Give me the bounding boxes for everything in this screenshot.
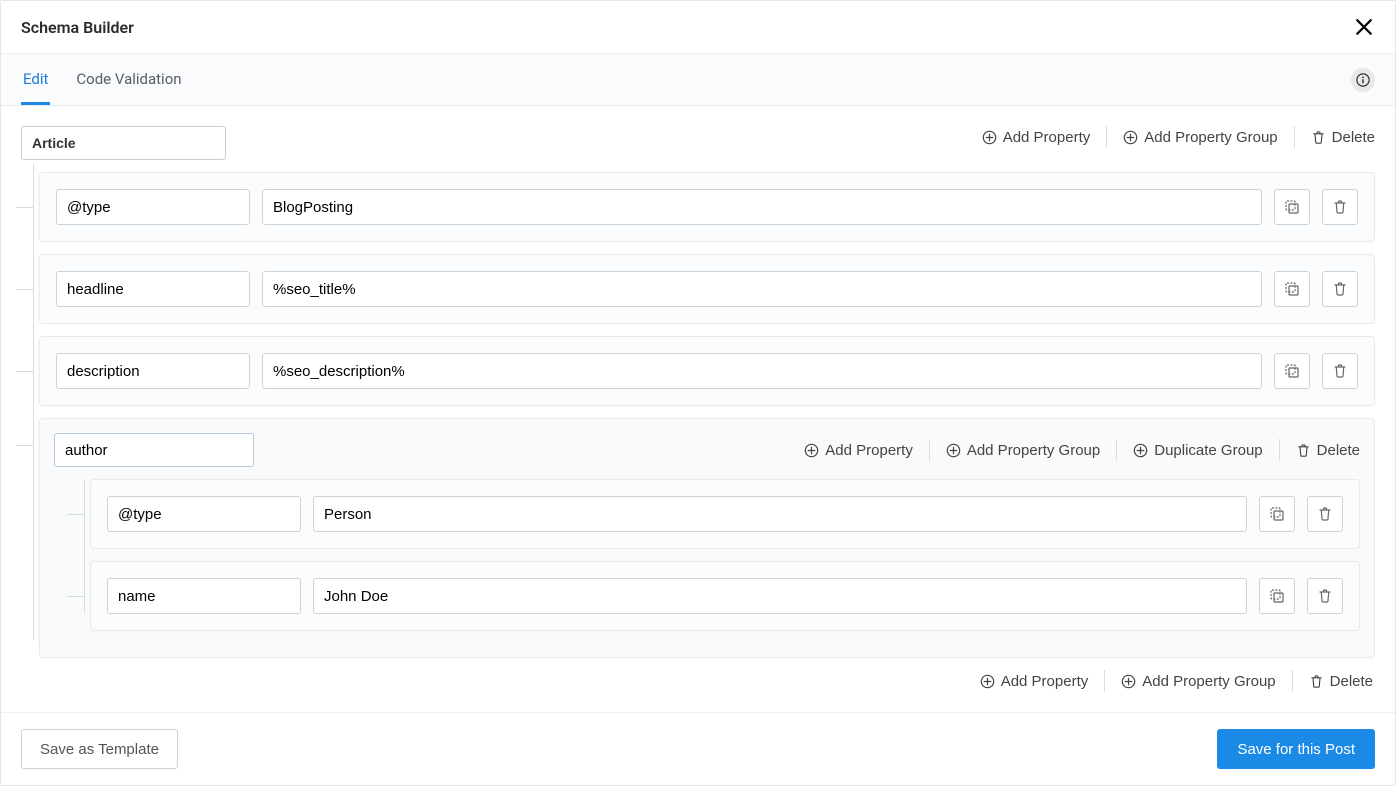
copy-icon	[1269, 588, 1285, 604]
duplicate-property-button[interactable]	[1274, 271, 1310, 307]
save-for-this-post-button[interactable]: Save for this Post	[1217, 729, 1375, 769]
duplicate-property-button[interactable]	[1274, 189, 1310, 225]
trash-icon	[1332, 199, 1348, 215]
add-property-group-button[interactable]: Add Property Group	[1123, 127, 1277, 148]
modal-body: Add Property Add Property Group Delete	[1, 106, 1395, 712]
property-value-input[interactable]	[313, 578, 1247, 614]
property-group: Add Property Add Property Group Duplicat…	[39, 418, 1375, 658]
add-property-button[interactable]: Add Property	[982, 127, 1091, 148]
bottom-actions: Add Property Add Property Group Delete	[21, 670, 1373, 692]
bottom-add-property-group-label: Add Property Group	[1142, 673, 1275, 690]
property-key-input[interactable]	[107, 496, 301, 532]
trash-icon	[1296, 443, 1311, 458]
property-key-input[interactable]	[56, 353, 250, 389]
property-value-input[interactable]	[313, 496, 1247, 532]
copy-icon	[1284, 363, 1300, 379]
root-branch: Add Property Add Property Group Duplicat…	[39, 172, 1375, 658]
group-key-input[interactable]	[54, 433, 254, 467]
property-row	[39, 172, 1375, 242]
delete-label: Delete	[1332, 129, 1375, 146]
titlebar: Schema Builder	[1, 1, 1395, 54]
bottom-add-property-button[interactable]: Add Property	[980, 671, 1089, 692]
tab-code-validation[interactable]: Code Validation	[74, 54, 183, 105]
delete-button[interactable]: Delete	[1311, 127, 1375, 148]
group-add-property-group-label: Add Property Group	[967, 442, 1100, 459]
modal-title: Schema Builder	[21, 18, 134, 37]
trash-icon	[1311, 130, 1326, 145]
tabs: Edit Code Validation	[21, 54, 184, 105]
root-actions: Add Property Add Property Group Delete	[982, 126, 1375, 148]
trash-icon	[1317, 588, 1333, 604]
copy-icon	[1284, 281, 1300, 297]
close-icon	[1355, 18, 1373, 36]
bottom-add-property-group-button[interactable]: Add Property Group	[1121, 671, 1275, 692]
property-value-input[interactable]	[262, 189, 1262, 225]
delete-property-button[interactable]	[1307, 578, 1343, 614]
property-row	[90, 479, 1360, 549]
plus-circle-icon	[1121, 674, 1136, 689]
duplicate-group-button[interactable]: Duplicate Group	[1133, 440, 1262, 461]
group-header: Add Property Add Property Group Duplicat…	[54, 433, 1360, 467]
bottom-add-property-label: Add Property	[1001, 673, 1089, 690]
group-branch	[90, 479, 1360, 631]
info-button[interactable]	[1351, 68, 1375, 92]
property-key-input[interactable]	[56, 189, 250, 225]
bottom-delete-label: Delete	[1330, 673, 1373, 690]
property-key-input[interactable]	[56, 271, 250, 307]
property-value-input[interactable]	[262, 353, 1262, 389]
duplicate-group-label: Duplicate Group	[1154, 442, 1262, 459]
property-row	[39, 336, 1375, 406]
separator	[929, 439, 930, 461]
separator	[1116, 439, 1117, 461]
property-row	[39, 254, 1375, 324]
delete-property-button[interactable]	[1307, 496, 1343, 532]
schema-root-input[interactable]	[21, 126, 226, 160]
separator	[1279, 439, 1280, 461]
group-children	[72, 479, 1360, 631]
property-key-input[interactable]	[107, 578, 301, 614]
group-actions: Add Property Add Property Group Duplicat…	[804, 439, 1360, 461]
group-add-property-button[interactable]: Add Property	[804, 440, 913, 461]
separator	[1294, 126, 1295, 148]
close-button[interactable]	[1353, 16, 1375, 38]
add-property-group-label: Add Property Group	[1144, 129, 1277, 146]
copy-icon	[1269, 506, 1285, 522]
save-as-template-button[interactable]: Save as Template	[21, 729, 178, 769]
group-delete-label: Delete	[1317, 442, 1360, 459]
schema-tree: Add Property Add Property Group Duplicat…	[21, 172, 1375, 658]
group-add-property-label: Add Property	[825, 442, 913, 459]
trash-icon	[1332, 281, 1348, 297]
delete-property-button[interactable]	[1322, 271, 1358, 307]
duplicate-property-button[interactable]	[1259, 578, 1295, 614]
footer: Save as Template Save for this Post	[1, 712, 1395, 785]
plus-circle-icon	[946, 443, 961, 458]
copy-icon	[1284, 199, 1300, 215]
schema-root-row: Add Property Add Property Group Delete	[21, 126, 1375, 160]
delete-property-button[interactable]	[1322, 189, 1358, 225]
separator	[1104, 670, 1105, 692]
separator	[1106, 126, 1107, 148]
property-row	[90, 561, 1360, 631]
schema-builder-modal: Schema Builder Edit Code Validation Add …	[0, 0, 1396, 786]
trash-icon	[1332, 363, 1348, 379]
duplicate-property-button[interactable]	[1259, 496, 1295, 532]
plus-circle-icon	[1133, 443, 1148, 458]
plus-circle-icon	[1123, 130, 1138, 145]
tab-edit[interactable]: Edit	[21, 54, 50, 105]
group-add-property-group-button[interactable]: Add Property Group	[946, 440, 1100, 461]
separator	[1292, 670, 1293, 692]
bottom-delete-button[interactable]: Delete	[1309, 671, 1373, 692]
plus-circle-icon	[804, 443, 819, 458]
delete-property-button[interactable]	[1322, 353, 1358, 389]
info-icon	[1356, 73, 1370, 87]
duplicate-property-button[interactable]	[1274, 353, 1310, 389]
property-value-input[interactable]	[262, 271, 1262, 307]
trash-icon	[1309, 674, 1324, 689]
tabs-row: Edit Code Validation	[1, 54, 1395, 106]
plus-circle-icon	[982, 130, 997, 145]
group-delete-button[interactable]: Delete	[1296, 440, 1360, 461]
add-property-label: Add Property	[1003, 129, 1091, 146]
trash-icon	[1317, 506, 1333, 522]
plus-circle-icon	[980, 674, 995, 689]
